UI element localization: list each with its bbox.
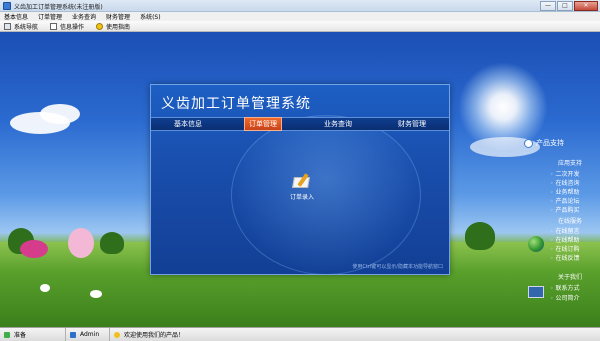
order-entry-tile[interactable]: 订单录入 [284, 173, 320, 201]
link-item[interactable]: 在线咨询 [550, 178, 579, 187]
product-support-sidebar: 产品支持 应用支持 二次开发 在线咨询 业务帮助 产品论坛 产品购买 在线服务 … [514, 138, 600, 324]
user-icon [70, 331, 76, 338]
window-title: 义齿加工订单管理系统(未注册版) [14, 4, 103, 11]
globe-icon [528, 236, 544, 252]
link-item[interactable]: 在线帮助 [550, 235, 579, 244]
status-message: 欢迎使用我们的产品！ [110, 328, 600, 341]
link-item[interactable]: 公司简介 [550, 293, 579, 302]
order-entry-icon [291, 173, 313, 189]
link-item[interactable]: 在线留言 [550, 226, 579, 235]
menu-bar: 基本信息 订单管理 业务查询 财务管理 系统(S) [0, 12, 600, 21]
support-heading: 产品支持 [524, 138, 564, 148]
function-nav-panel: 义齿加工订单管理系统 基本信息 订单管理 业务查询 财务管理 订单录入 使用Ct… [150, 84, 450, 275]
menu-basic-info[interactable]: 基本信息 [4, 12, 28, 21]
link-item[interactable]: 联系方式 [550, 283, 579, 292]
help-icon [96, 22, 104, 30]
menu-system[interactable]: 系统(S) [140, 12, 161, 21]
flower [20, 240, 48, 258]
menu-finance[interactable]: 财务管理 [106, 12, 130, 21]
tab-business-query[interactable]: 业务查询 [320, 118, 356, 130]
flower [40, 284, 50, 292]
tab-basic-info[interactable]: 基本信息 [170, 118, 206, 130]
globe-graphic [231, 115, 421, 274]
panel-tab-bar: 基本信息 订单管理 业务查询 财务管理 [151, 117, 449, 131]
status-user: Admin [66, 327, 110, 341]
info-op-button[interactable]: 信息操作 [50, 22, 84, 31]
computer-icon [528, 286, 544, 298]
app-icon [3, 2, 11, 10]
link-item[interactable]: 业务帮助 [550, 187, 579, 196]
system-nav-label: 系统导航 [14, 23, 39, 31]
group-online-service: 在线服务 [558, 218, 583, 225]
help-button[interactable]: 使用指南 [96, 22, 130, 31]
system-nav-icon [4, 22, 11, 30]
tab-order-management[interactable]: 订单管理 [244, 117, 282, 131]
support-icon [524, 138, 533, 148]
help-label: 使用指南 [106, 23, 131, 31]
smile-icon [114, 331, 120, 338]
status-ready: 准备 [0, 327, 66, 341]
link-item[interactable]: 二次开发 [550, 169, 579, 178]
tab-finance[interactable]: 财务管理 [394, 118, 430, 130]
minimize-button[interactable]: — [540, 1, 556, 11]
info-op-label: 信息操作 [60, 23, 85, 31]
window-titlebar: 义齿加工订单管理系统(未注册版) — □ ✕ [0, 0, 600, 12]
flower [68, 228, 94, 258]
link-item[interactable]: 产品购买 [550, 205, 579, 214]
link-item[interactable]: 在线反馈 [550, 253, 579, 262]
tree [465, 222, 495, 250]
flower [90, 290, 102, 298]
toolbar: 系统导航 信息操作 使用指南 [0, 21, 600, 32]
ready-icon [4, 331, 10, 338]
order-entry-label: 订单录入 [289, 194, 314, 201]
menu-business-query[interactable]: 业务查询 [72, 12, 96, 21]
system-nav-button[interactable]: 系统导航 [4, 22, 38, 31]
window-controls: — □ ✕ [539, 1, 598, 11]
cloud [40, 104, 80, 124]
group-about-us: 关于我们 [558, 274, 583, 281]
panel-title: 义齿加工订单管理系统 [161, 96, 311, 112]
status-bar: 准备 Admin 欢迎使用我们的产品！ [0, 327, 600, 341]
group-app-support: 应用支持 [558, 160, 583, 167]
link-item[interactable]: 产品论坛 [550, 196, 579, 205]
link-item[interactable]: 在线订购 [550, 244, 579, 253]
menu-order-management[interactable]: 订单管理 [38, 12, 62, 21]
maximize-button[interactable]: □ [557, 1, 573, 11]
info-op-icon [50, 22, 58, 30]
tree [100, 232, 124, 254]
close-button[interactable]: ✕ [574, 1, 598, 11]
panel-hint: 使用Ctrl键可以显示/隐藏本功能导航窗口 [352, 264, 443, 270]
